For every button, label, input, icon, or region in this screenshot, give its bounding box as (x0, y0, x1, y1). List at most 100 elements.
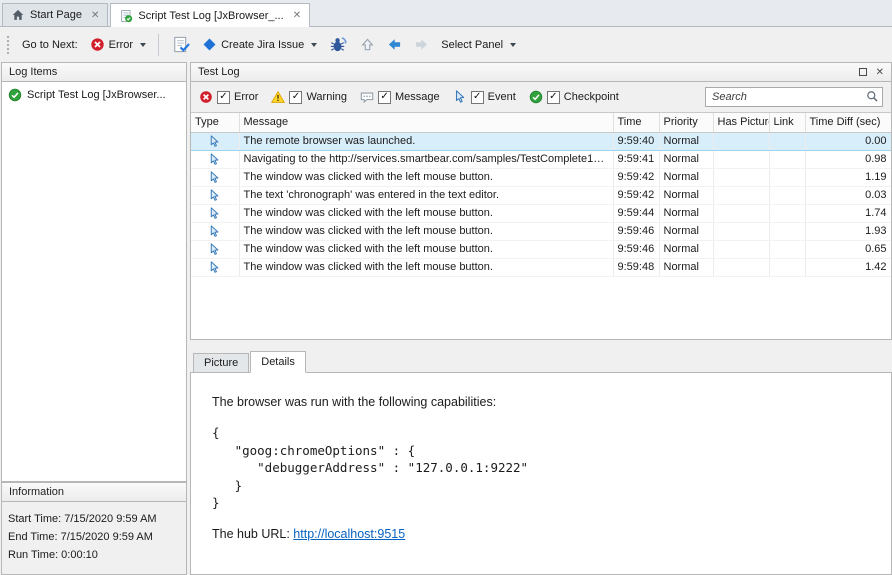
log-has-picture-cell (713, 204, 769, 222)
toolbar-separator (158, 34, 159, 56)
log-message-cell: The window was clicked with the left mou… (239, 222, 613, 240)
table-row[interactable]: The remote browser was launched. 9:59:40… (191, 132, 891, 150)
filter-message: ✓ Message (360, 90, 440, 104)
select-panel-button[interactable]: Select Panel (436, 36, 521, 54)
information-header: Information (1, 482, 187, 502)
table-row[interactable]: The window was clicked with the left mou… (191, 204, 891, 222)
hub-url-line: The hub URL: http://localhost:9515 (212, 527, 871, 541)
test-log-title: Test Log (198, 66, 240, 78)
post-issue-button[interactable] (324, 32, 353, 57)
tab-details[interactable]: Details (250, 351, 306, 373)
details-panel: The browser was run with the following c… (190, 372, 892, 575)
move-up-button[interactable] (355, 34, 380, 55)
tree-item-script-test-log[interactable]: Script Test Log [JxBrowser... (5, 86, 183, 104)
close-tab-icon[interactable]: ✕ (293, 10, 301, 21)
log-grid: Type Message Time Priority Has Picture L… (191, 112, 891, 339)
next-result-button[interactable] (409, 34, 434, 55)
horizontal-splitter[interactable] (190, 340, 892, 350)
tab-label: Start Page (30, 9, 82, 21)
hub-url-link[interactable]: http://localhost:9515 (293, 527, 405, 541)
log-message-cell: The window was clicked with the left mou… (239, 204, 613, 222)
start-time-line: Start Time: 7/15/2020 9:59 AM (8, 510, 180, 528)
post-defect-icon (171, 35, 190, 54)
close-tab-icon[interactable]: ✕ (91, 10, 99, 21)
go-to-next-error-button[interactable]: Error (85, 34, 151, 55)
column-header-priority[interactable]: Priority (659, 113, 713, 132)
column-header-time[interactable]: Time (613, 113, 659, 132)
checkpoint-checkbox[interactable]: ✓ (547, 91, 560, 104)
log-time-cell: 9:59:46 (613, 222, 659, 240)
column-header-message[interactable]: Message (239, 113, 613, 132)
warning-checkbox[interactable]: ✓ (289, 91, 302, 104)
column-header-time-diff[interactable]: Time Diff (sec) (805, 113, 891, 132)
chevron-down-icon (311, 43, 317, 47)
error-icon (199, 90, 213, 104)
log-table: Type Message Time Priority Has Picture L… (191, 113, 891, 277)
log-has-picture-cell (713, 222, 769, 240)
filter-label: Event (488, 91, 516, 103)
log-time-diff-cell: 0.98 (805, 150, 891, 168)
test-log-icon (119, 9, 133, 23)
hub-url-label: The hub URL: (212, 527, 293, 541)
error-checkbox[interactable]: ✓ (217, 91, 230, 104)
toolbar-grip[interactable] (6, 35, 11, 55)
log-has-picture-cell (713, 168, 769, 186)
log-has-picture-cell (713, 240, 769, 258)
message-icon (360, 90, 374, 104)
test-log-panel: Test Log ✕ ✓ Error (190, 62, 892, 575)
search-input[interactable] (705, 87, 883, 107)
table-row[interactable]: The window was clicked with the left mou… (191, 168, 891, 186)
event-icon (208, 189, 221, 202)
close-panel-button[interactable]: ✕ (876, 67, 884, 78)
capabilities-code: { "goog:chromeOptions" : { "debuggerAddr… (212, 424, 871, 512)
checkpoint-icon (529, 90, 543, 104)
filter-label: Error (234, 91, 258, 103)
event-icon (208, 153, 221, 166)
search-icon (866, 90, 879, 103)
log-table-body: The remote browser was launched. 9:59:40… (191, 132, 891, 276)
log-message-cell: The remote browser was launched. (239, 132, 613, 150)
event-checkbox[interactable]: ✓ (471, 91, 484, 104)
tab-start-page[interactable]: Start Page ✕ (2, 3, 108, 26)
details-intro: The browser was run with the following c… (212, 395, 871, 409)
previous-result-button[interactable] (382, 34, 407, 55)
log-items-tree: Script Test Log [JxBrowser... (1, 82, 187, 482)
tab-picture[interactable]: Picture (193, 353, 249, 373)
filter-event: ✓ Event (453, 90, 516, 104)
end-time-line: End Time: 7/15/2020 9:59 AM (8, 528, 180, 546)
tab-script-test-log[interactable]: Script Test Log [JxBrowser_... ✕ (110, 3, 310, 27)
home-icon (11, 8, 25, 22)
table-row[interactable]: The window was clicked with the left mou… (191, 240, 891, 258)
log-priority-cell: Normal (659, 132, 713, 150)
log-message-cell: The window was clicked with the left mou… (239, 240, 613, 258)
table-row[interactable]: The text 'chronograph' was entered in th… (191, 186, 891, 204)
log-has-picture-cell (713, 186, 769, 204)
log-link-cell (769, 132, 805, 150)
log-time-diff-cell: 0.00 (805, 132, 891, 150)
log-time-cell: 9:59:42 (613, 186, 659, 204)
table-row[interactable]: The window was clicked with the left mou… (191, 258, 891, 276)
log-priority-cell: Normal (659, 258, 713, 276)
tree-item-label: Script Test Log [JxBrowser... (27, 89, 166, 101)
column-header-has-picture[interactable]: Has Picture (713, 113, 769, 132)
log-link-cell (769, 204, 805, 222)
table-row[interactable]: The window was clicked with the left mou… (191, 222, 891, 240)
filter-label: Checkpoint (564, 91, 619, 103)
maximize-panel-button[interactable] (859, 68, 867, 76)
create-jira-issue-button[interactable]: Create Jira Issue (197, 34, 322, 55)
log-priority-cell: Normal (659, 222, 713, 240)
post-defect-button[interactable] (166, 32, 195, 57)
success-icon (8, 88, 22, 102)
filter-label: Warning (306, 91, 347, 103)
column-header-link[interactable]: Link (769, 113, 805, 132)
log-priority-cell: Normal (659, 150, 713, 168)
chevron-down-icon (510, 43, 516, 47)
event-icon (208, 171, 221, 184)
column-header-type[interactable]: Type (191, 113, 239, 132)
log-link-cell (769, 186, 805, 204)
log-priority-cell: Normal (659, 240, 713, 258)
log-time-cell: 9:59:41 (613, 150, 659, 168)
tab-label: Script Test Log [JxBrowser_... (138, 10, 283, 22)
message-checkbox[interactable]: ✓ (378, 91, 391, 104)
table-row[interactable]: Navigating to the http://services.smartb… (191, 150, 891, 168)
